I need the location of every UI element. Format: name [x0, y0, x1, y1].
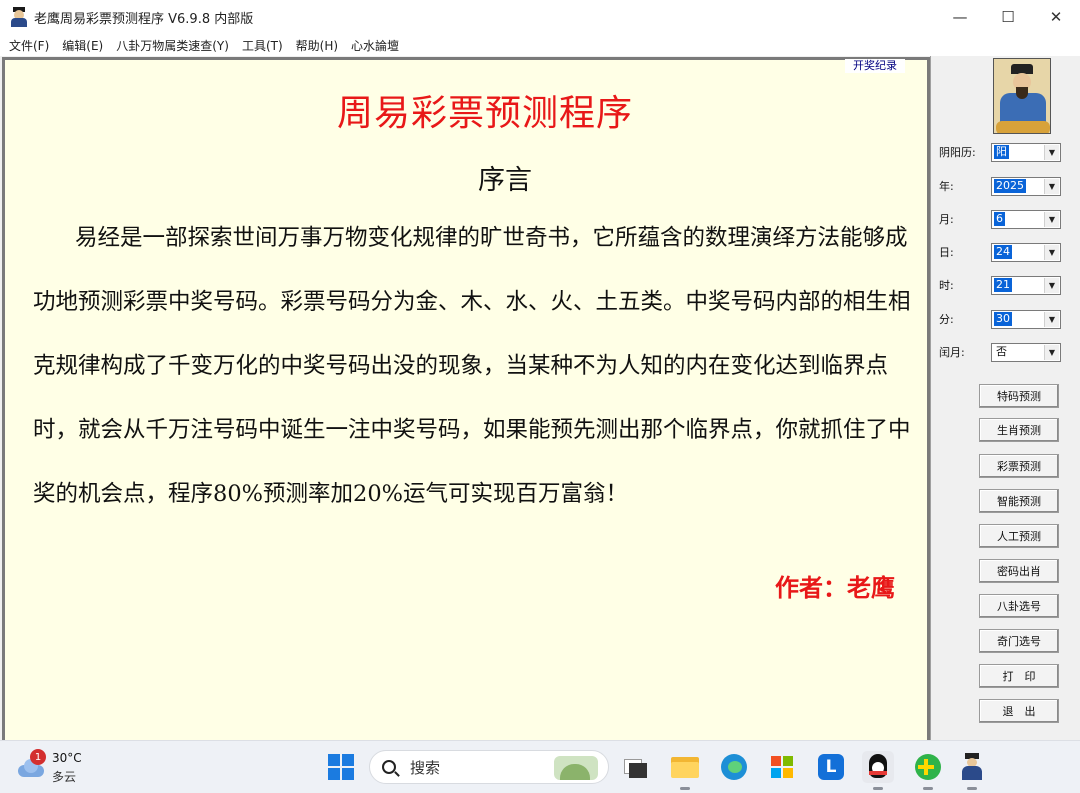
month-row: 月: 6 ▼ [939, 209, 1061, 229]
search-icon [382, 760, 396, 774]
manual-predict-button[interactable]: 人工预测 [979, 524, 1059, 548]
notification-badge: 1 [30, 749, 46, 765]
qimen-select-button[interactable]: 奇门选号 [979, 629, 1059, 653]
weather-condition: 多云 [52, 770, 77, 784]
leap-month-row: 闰月: 否 ▼ [939, 342, 1061, 362]
exit-button[interactable]: 退 出 [979, 699, 1059, 723]
lenovo-app-icon[interactable]: L [815, 751, 847, 783]
day-label: 日: [939, 246, 954, 259]
hour-label: 时: [939, 279, 954, 292]
lottery-predict-button[interactable]: 彩票预测 [979, 454, 1059, 478]
lottery-app-taskbar-icon[interactable] [956, 751, 988, 783]
year-label: 年: [939, 180, 954, 193]
windows-start-icon[interactable] [328, 754, 354, 780]
preface-panel: 开奖纪录 周易彩票预测程序 序言 易经是一部探索世间万事万物变化规律的旷世奇书，… [5, 59, 927, 740]
author-signature: 作者：老鹰 [775, 573, 895, 602]
maximize-button[interactable]: ☐ [984, 0, 1032, 34]
security-app-icon[interactable] [912, 751, 944, 783]
control-sidebar: 阴阳历: 阳 ▼ 年: 2025 ▼ 月: 6 ▼ 日: 24 ▼ 时: 21 … [930, 56, 1080, 740]
menu-help[interactable]: 帮助(H) [291, 37, 346, 54]
calendar-type-label: 阴阳历: [939, 146, 976, 159]
minute-row: 分: 30 ▼ [939, 309, 1061, 329]
chevron-down-icon[interactable]: ▼ [1044, 211, 1059, 227]
day-select[interactable]: 24 ▼ [991, 242, 1061, 262]
running-indicator [680, 787, 690, 790]
month-label: 月: [939, 213, 954, 226]
preface-paragraph: 易经是一部探索世间万事万物变化规律的旷世奇书，它所蕴含的数理演绎方法能够成功地预… [33, 225, 911, 507]
year-row: 年: 2025 ▼ [939, 176, 1061, 196]
hour-select[interactable]: 21 ▼ [991, 275, 1061, 295]
qq-icon[interactable] [862, 751, 894, 783]
chevron-down-icon[interactable]: ▼ [1044, 178, 1059, 194]
menu-bar: 文件(F) 编辑(E) 八卦万物属类速查(Y) 工具(T) 帮助(H) 心水論壇 [0, 34, 1080, 56]
file-explorer-icon[interactable] [669, 751, 701, 783]
minute-label: 分: [939, 313, 954, 326]
special-number-predict-button[interactable]: 特码预测 [979, 384, 1059, 408]
draw-record-tab[interactable]: 开奖纪录 [845, 59, 905, 73]
edge-browser-icon[interactable] [718, 751, 750, 783]
smart-predict-button[interactable]: 智能预测 [979, 489, 1059, 513]
menu-file[interactable]: 文件(F) [4, 37, 57, 54]
running-indicator [967, 787, 977, 790]
app-window: 老鹰周易彩票预测程序 V6.9.8 内部版 — ☐ ✕ 文件(F) 编辑(E) … [0, 0, 1080, 740]
calendar-type-select[interactable]: 阳 ▼ [991, 142, 1061, 162]
close-button[interactable]: ✕ [1032, 0, 1080, 34]
leap-month-label: 闰月: [939, 346, 965, 359]
minute-select[interactable]: 30 ▼ [991, 309, 1061, 329]
title-bar: 老鹰周易彩票预测程序 V6.9.8 内部版 — ☐ ✕ [0, 0, 1080, 34]
main-title: 周易彩票预测程序 [336, 93, 633, 134]
weather-widget[interactable]: 1 30°C 多云 [16, 749, 86, 787]
preface-title: 序言 [478, 165, 532, 196]
chevron-down-icon[interactable]: ▼ [1044, 144, 1059, 160]
cipher-zodiac-button[interactable]: 密码出肖 [979, 559, 1059, 583]
weather-temperature: 30°C [52, 751, 82, 765]
running-indicator [873, 787, 883, 790]
menu-bagua-lookup[interactable]: 八卦万物属类速查(Y) [111, 37, 237, 54]
microsoft-store-icon[interactable] [766, 751, 798, 783]
minimize-button[interactable]: — [936, 0, 984, 34]
search-highlight-image [554, 756, 598, 780]
zodiac-predict-button[interactable]: 生肖预测 [979, 418, 1059, 442]
task-view-icon[interactable] [620, 751, 652, 783]
chevron-down-icon[interactable]: ▼ [1044, 311, 1059, 327]
calendar-type-row: 阴阳历: 阳 ▼ [939, 142, 1061, 162]
chevron-down-icon[interactable]: ▼ [1044, 277, 1059, 293]
search-placeholder: 搜索 [410, 758, 441, 777]
hour-row: 时: 21 ▼ [939, 275, 1061, 295]
window-title: 老鹰周易彩票预测程序 V6.9.8 内部版 [34, 11, 254, 27]
menu-edit[interactable]: 编辑(E) [57, 37, 111, 54]
running-indicator [923, 787, 933, 790]
app-icon [10, 7, 28, 27]
taskbar-search-box[interactable]: 搜索 [369, 750, 609, 784]
taskbar: 1 30°C 多云 搜索 L [0, 740, 1080, 793]
content-frame: 开奖纪录 周易彩票预测程序 序言 易经是一部探索世间万事万物变化规律的旷世奇书，… [2, 57, 930, 740]
chevron-down-icon[interactable]: ▼ [1044, 244, 1059, 260]
print-button[interactable]: 打 印 [979, 664, 1059, 688]
menu-forum[interactable]: 心水論壇 [346, 37, 407, 54]
month-select[interactable]: 6 ▼ [991, 209, 1061, 229]
leap-month-select[interactable]: 否 ▼ [991, 342, 1061, 362]
menu-tools[interactable]: 工具(T) [237, 37, 291, 54]
year-select[interactable]: 2025 ▼ [991, 176, 1061, 196]
day-row: 日: 24 ▼ [939, 242, 1061, 262]
bagua-select-button[interactable]: 八卦选号 [979, 594, 1059, 618]
chevron-down-icon[interactable]: ▼ [1044, 344, 1059, 360]
sage-portrait [993, 58, 1051, 134]
